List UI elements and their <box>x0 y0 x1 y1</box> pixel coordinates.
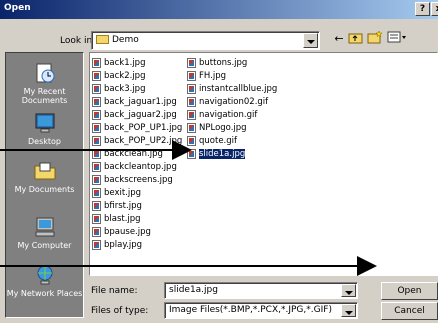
file-name-input[interactable]: slide1a.jpg <box>164 282 358 299</box>
file-name-label: File name: <box>91 286 138 296</box>
file-name-value: slide1a.jpg <box>169 285 218 295</box>
file-type-dropdown[interactable]: Image Files(*.BMP,*.PCX,*.JPG,*.GIF) <box>164 302 358 319</box>
annotation-arrows <box>0 140 377 276</box>
file-type-label: Files of type: <box>91 306 149 316</box>
chevron-down-icon[interactable] <box>341 304 356 317</box>
cancel-button[interactable]: Cancel <box>381 302 438 320</box>
chevron-down-icon[interactable] <box>341 284 356 297</box>
open-button[interactable]: Open <box>381 282 438 300</box>
file-type-value: Image Files(*.BMP,*.PCX,*.JPG,*.GIF) <box>169 305 332 315</box>
